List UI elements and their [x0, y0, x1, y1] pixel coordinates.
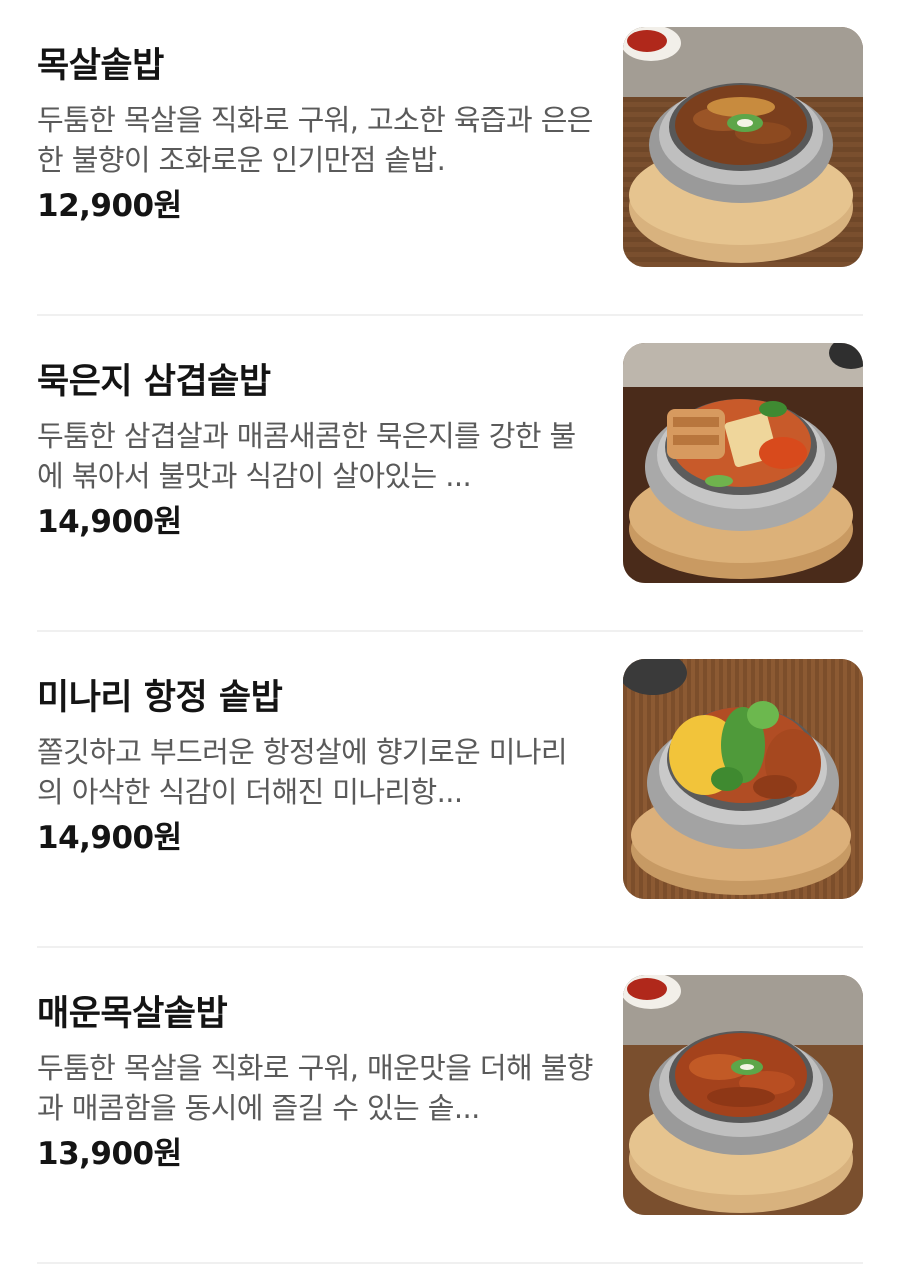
minari-jowl-pot-rice-photo[interactable] [623, 659, 863, 899]
menu-item-name: 매운목살솥밥 [37, 994, 228, 1034]
food-photo-illustration [623, 27, 863, 267]
menu-item-text: 미나리 항정 솥밥 쫄깃하고 부드러운 항정살에 향기로운 미나리의 아삭한 식… [37, 674, 593, 860]
menu-item-description: 쫄깃하고 부드러운 항정살에 향기로운 미나리의 아삭한 식감이 더해진 미나리… [37, 735, 568, 809]
food-photo-illustration [623, 343, 863, 583]
menu-item-moksal-sotbap[interactable]: 목살솥밥 두툼한 목살을 직화로 구워, 고소한 육즙과 은은한 불향이 조화로… [37, 0, 863, 316]
menu-item-price: 13,900원 [37, 1136, 182, 1172]
pork-neck-pot-rice-photo[interactable] [623, 27, 863, 267]
menu-item-text: 매운목살솥밥 두툼한 목살을 직화로 구워, 매운맛을 더해 불향과 매콤함을 … [37, 990, 593, 1176]
kimchi-pork-belly-pot-rice-photo[interactable] [623, 343, 863, 583]
menu-item-description: 두툼한 목살을 직화로 구워, 매운맛을 더해 불향과 매콤함을 동시에 즐길 … [37, 1051, 593, 1125]
menu-item-mukeunji-samgyeop-sotbap[interactable]: 묵은지 삼겹솥밥 두툼한 삼겹살과 매콤새콤한 묵은지를 강한 불에 볶아서 불… [37, 316, 863, 632]
menu-item-name: 묵은지 삼겹솥밥 [37, 362, 271, 402]
menu-item-price: 14,900원 [37, 820, 182, 856]
menu-item-spicy-moksal-sotbap[interactable]: 매운목살솥밥 두툼한 목살을 직화로 구워, 매운맛을 더해 불향과 매콤함을 … [37, 948, 863, 1264]
food-photo-illustration [623, 659, 863, 899]
food-photo-illustration [623, 975, 863, 1215]
menu-item-name: 목살솥밥 [37, 46, 164, 86]
menu-item-description: 두툼한 목살을 직화로 구워, 고소한 육즙과 은은한 불향이 조화로운 인기만… [37, 103, 593, 177]
menu-item-price: 14,900원 [37, 504, 182, 540]
menu-item-text: 묵은지 삼겹솥밥 두툼한 삼겹살과 매콤새콤한 묵은지를 강한 불에 볶아서 불… [37, 358, 593, 544]
menu-item-description: 두툼한 삼겹살과 매콤새콤한 묵은지를 강한 불에 볶아서 불맛과 식감이 살아… [37, 419, 576, 493]
divider [37, 1262, 863, 1264]
menu-item-name: 미나리 항정 솥밥 [37, 678, 283, 718]
menu-item-price: 12,900원 [37, 188, 182, 224]
menu-item-minari-hangjeong-sotbap[interactable]: 미나리 항정 솥밥 쫄깃하고 부드러운 항정살에 향기로운 미나리의 아삭한 식… [37, 632, 863, 948]
spicy-pork-neck-pot-rice-photo[interactable] [623, 975, 863, 1215]
menu-item-text: 목살솥밥 두툼한 목살을 직화로 구워, 고소한 육즙과 은은한 불향이 조화로… [37, 42, 593, 228]
